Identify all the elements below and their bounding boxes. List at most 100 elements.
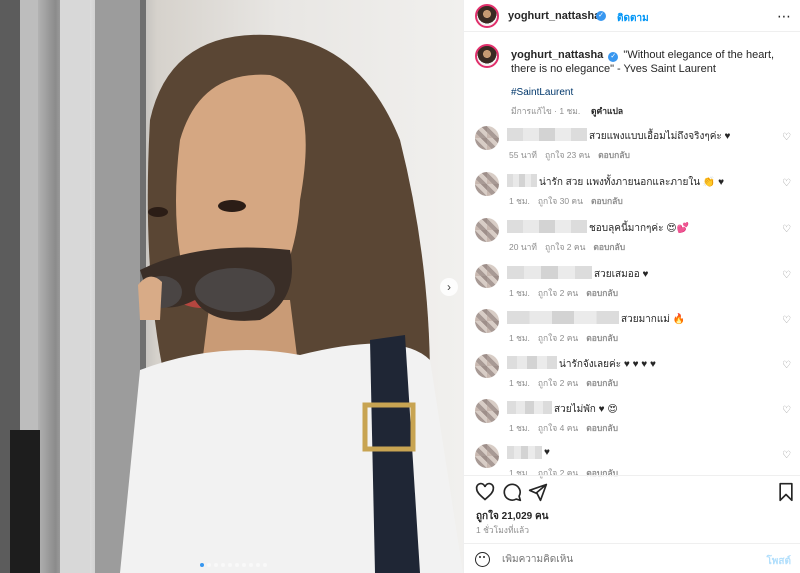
comment-text: สวยไม่พัก ♥ 😍	[554, 404, 618, 415]
caption-username[interactable]: yoghurt_nattasha	[511, 49, 603, 61]
commenter-avatar[interactable]	[475, 264, 499, 288]
carousel-dot	[221, 563, 225, 567]
comment-text: สวยมากแม่ 🔥	[621, 314, 686, 325]
comment-likes[interactable]: ถูกใจ 23 คน	[545, 150, 590, 160]
post-time[interactable]: 1 ชั่วโมงที่แล้ว	[476, 523, 529, 537]
comment-meta: 55 นาที ถูกใจ 23 คน ตอบกลับ	[509, 148, 638, 162]
comment-likes[interactable]: ถูกใจ 2 คน	[538, 378, 578, 388]
likes-count[interactable]: ถูกใจ 21,029 คน	[476, 509, 549, 524]
reply-button[interactable]: ตอบกลับ	[593, 242, 625, 252]
comment-like-icon[interactable]: ♡	[782, 360, 791, 371]
comment-bubble-icon[interactable]	[502, 482, 522, 502]
see-translation-link[interactable]: ดูคำแปล	[591, 104, 623, 118]
comment-like-icon[interactable]: ♡	[782, 132, 791, 143]
comment-like-icon[interactable]: ♡	[782, 450, 791, 461]
carousel-dot	[235, 563, 239, 567]
commenter-username-blurred[interactable]	[507, 220, 587, 233]
carousel-dot	[228, 563, 232, 567]
comment-likes[interactable]: ถูกใจ 30 คน	[538, 196, 583, 206]
emoji-smile-icon[interactable]	[475, 552, 490, 567]
comment-like-icon[interactable]: ♡	[782, 315, 791, 326]
add-comment-bar: โพสต์	[464, 543, 800, 573]
commenter-avatar[interactable]	[475, 126, 499, 150]
comment-likes[interactable]: ถูกใจ 2 คน	[538, 288, 578, 298]
post-photo[interactable]: ›	[0, 0, 463, 573]
commenter-username-blurred[interactable]	[507, 311, 619, 324]
carousel-dots	[200, 563, 267, 567]
verified-badge-icon: ✓	[596, 11, 606, 21]
next-slide-button[interactable]: ›	[440, 278, 458, 296]
comment-text: ชอบลุคนี้มากๆค่ะ 😍💕	[589, 223, 690, 234]
paper-plane-icon[interactable]	[528, 482, 548, 502]
carousel-dot	[242, 563, 246, 567]
comment-meta: 1 ชม. ถูกใจ 2 คน ตอบกลับ	[509, 376, 626, 390]
comment-meta: 20 นาที ถูกใจ 2 คน ตอบกลับ	[509, 240, 633, 254]
comment-item: ชอบลุคนี้มากๆค่ะ 😍💕 20 นาที ถูกใจ 2 คน ตอบก…	[464, 218, 800, 262]
commenter-avatar[interactable]	[475, 309, 499, 333]
commenter-avatar[interactable]	[475, 172, 499, 196]
comment-likes[interactable]: ถูกใจ 4 คน	[538, 423, 578, 433]
comment-age: 55 นาที	[509, 150, 538, 160]
verified-badge-icon: ✓	[608, 52, 619, 62]
reply-button[interactable]: ตอบกลับ	[586, 288, 618, 298]
comment-text: สวยแพงแบบเอื้อมไม่ถึงจริงๆค่ะ ♥	[589, 131, 731, 142]
comment-like-icon[interactable]: ♡	[782, 405, 791, 416]
carousel-dot	[200, 563, 204, 567]
comment-item: น่ารัก สวย แพงทั้งภายนอกและภายใน 👏 ♥ 1 ชม…	[464, 172, 800, 216]
comment-item: สวยเสมออ ♥ 1 ชม. ถูกใจ 2 คน ตอบกลับ ♡	[464, 264, 800, 308]
reply-button[interactable]: ตอบกลับ	[598, 150, 630, 160]
comment-meta: 1 ชม. ถูกใจ 2 คน ตอบกลับ	[509, 331, 626, 345]
comment-age: 1 ชม.	[509, 288, 530, 298]
caption-avatar[interactable]	[475, 44, 499, 68]
comment-age: 1 ชม.	[509, 378, 530, 388]
reply-button[interactable]: ตอบกลับ	[586, 423, 618, 433]
comment-like-icon[interactable]: ♡	[782, 178, 791, 189]
follow-button[interactable]: ติดตาม	[617, 11, 649, 26]
commenter-username-blurred[interactable]	[507, 174, 537, 187]
commenter-avatar[interactable]	[475, 218, 499, 242]
commenter-avatar[interactable]	[475, 399, 499, 423]
carousel-dot	[207, 563, 211, 567]
commenter-username-blurred[interactable]	[507, 446, 542, 459]
comment-age: 1 ชม.	[509, 423, 530, 433]
comment-item: สวยมากแม่ 🔥 1 ชม. ถูกใจ 2 คน ตอบกลับ ♡	[464, 309, 800, 353]
author-username[interactable]: yoghurt_nattasha	[508, 10, 600, 22]
author-avatar[interactable]	[475, 4, 499, 28]
carousel-dot	[263, 563, 267, 567]
comment-text: สวยเสมออ ♥	[594, 269, 649, 280]
carousel-dot	[249, 563, 253, 567]
commenter-username-blurred[interactable]	[507, 401, 552, 414]
post-details-panel: yoghurt_nattasha ✓ ติดตาม ⋯ yoghurt_natt…	[463, 0, 800, 573]
comment-item: สวยแพงแบบเอื้อมไม่ถึงจริงๆค่ะ ♥ 55 นาที ถู…	[464, 126, 800, 170]
heart-outline-icon[interactable]	[475, 482, 495, 502]
comment-text: น่ารัก สวย แพงทั้งภายนอกและภายใน 👏 ♥	[539, 177, 725, 188]
reply-button[interactable]: ตอบกลับ	[586, 378, 618, 388]
comment-like-icon[interactable]: ♡	[782, 224, 791, 235]
comment-meta: 1 ชม. ถูกใจ 4 คน ตอบกลับ	[509, 421, 626, 435]
commenter-username-blurred[interactable]	[507, 356, 557, 369]
comment-likes[interactable]: ถูกใจ 2 คน	[545, 242, 585, 252]
comment-age: 1 ชม.	[509, 196, 530, 206]
comment-item: น่ารักจังเลยค่ะ ♥ ♥ ♥ ♥ 1 ชม. ถูกใจ 2 คน ตอ…	[464, 354, 800, 398]
comment-likes[interactable]: ถูกใจ 2 คน	[538, 333, 578, 343]
comment-item: สวยไม่พัก ♥ 😍 1 ชม. ถูกใจ 4 คน ตอบกลับ ♡	[464, 399, 800, 443]
commenter-avatar[interactable]	[475, 354, 499, 378]
carousel-dot	[256, 563, 260, 567]
comment-meta: 1 ชม. ถูกใจ 2 คน ตอบกลับ	[509, 286, 626, 300]
comment-text: น่ารักจังเลยค่ะ ♥ ♥ ♥ ♥	[559, 359, 656, 370]
edited-label: มีการแก้ไข · 1 ชม.	[511, 106, 581, 116]
reply-button[interactable]: ตอบกลับ	[586, 333, 618, 343]
comment-input[interactable]	[502, 554, 732, 565]
hashtag-link[interactable]: #SaintLaurent	[511, 87, 573, 98]
more-options-icon[interactable]: ⋯	[777, 8, 791, 25]
reply-button[interactable]: ตอบกลับ	[591, 196, 623, 206]
post-comment-button[interactable]: โพสต์	[766, 554, 791, 569]
bookmark-icon[interactable]	[776, 482, 796, 502]
post-caption: yoghurt_nattasha ✓ "Without elegance of …	[511, 48, 793, 76]
comment-like-icon[interactable]: ♡	[782, 270, 791, 281]
post-actions-bar	[464, 475, 800, 505]
commenter-username-blurred[interactable]	[507, 128, 587, 141]
comment-meta: 1 ชม. ถูกใจ 30 คน ตอบกลับ	[509, 194, 631, 208]
commenter-username-blurred[interactable]	[507, 266, 592, 279]
commenter-avatar[interactable]	[475, 444, 499, 468]
